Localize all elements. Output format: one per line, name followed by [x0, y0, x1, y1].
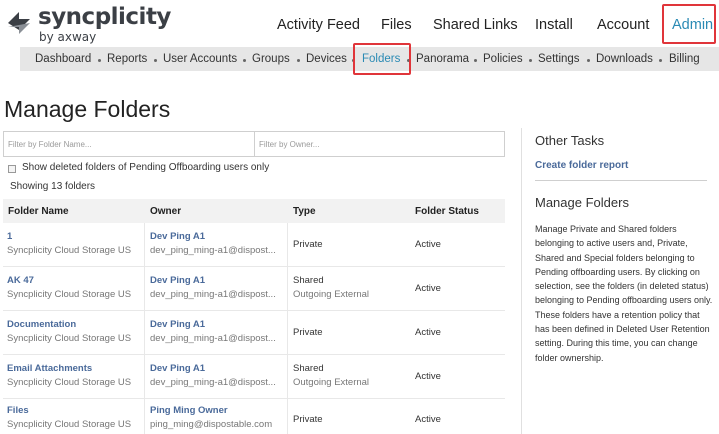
- subnav-devices[interactable]: Devices: [306, 53, 347, 65]
- owner-name-link[interactable]: Dev Ping A1: [150, 363, 205, 374]
- subnav-downloads[interactable]: Downloads: [596, 53, 653, 65]
- table-row[interactable]: AK 47 Syncplicity Cloud Storage US Dev P…: [3, 267, 505, 311]
- folder-name-filter-input[interactable]: [4, 132, 253, 156]
- separator-dot: [659, 59, 662, 62]
- folder-storage: Syncplicity Cloud Storage US: [7, 419, 132, 430]
- owner-email: dev_ping_ming-a1@dispost...: [150, 289, 276, 300]
- table-row[interactable]: 1 Syncplicity Cloud Storage US Dev Ping …: [3, 223, 505, 267]
- nav-account[interactable]: Account: [597, 17, 649, 33]
- folder-count: Showing 13 folders: [10, 181, 96, 192]
- create-folder-report-link[interactable]: Create folder report: [535, 160, 628, 171]
- folder-type: Private: [293, 327, 323, 338]
- folder-subtype: Outgoing External: [293, 289, 370, 300]
- brand-name: syncplicity: [38, 4, 171, 30]
- folder-subtype: Outgoing External: [293, 377, 370, 388]
- owner-filter-input[interactable]: [255, 132, 504, 156]
- folder-name-link[interactable]: Email Attachments: [7, 363, 92, 374]
- folder-status: Active: [415, 327, 441, 338]
- owner-email: dev_ping_ming-a1@dispost...: [150, 377, 276, 388]
- folder-status: Active: [415, 239, 441, 250]
- folder-storage: Syncplicity Cloud Storage US: [7, 245, 132, 256]
- column-divider: [287, 355, 288, 399]
- folder-type: Private: [293, 414, 323, 425]
- column-divider: [287, 399, 288, 434]
- folder-type: Private: [293, 239, 323, 250]
- nav-files[interactable]: Files: [381, 17, 412, 33]
- syncplicity-logo-icon: [8, 12, 30, 34]
- folder-storage: Syncplicity Cloud Storage US: [7, 377, 132, 388]
- table-header: Folder Name Owner Type Folder Status: [3, 199, 505, 223]
- subnav-panorama[interactable]: Panorama: [416, 53, 469, 65]
- show-deleted-label: Show deleted folders of Pending Offboard…: [22, 162, 270, 173]
- filter-bar: [3, 131, 505, 157]
- folder-status: Active: [415, 414, 441, 425]
- column-owner[interactable]: Owner: [150, 206, 181, 217]
- owner-name-link[interactable]: Ping Ming Owner: [150, 405, 228, 416]
- subnav-user-accounts[interactable]: User Accounts: [163, 53, 237, 65]
- table-row[interactable]: Documentation Syncplicity Cloud Storage …: [3, 311, 505, 355]
- show-deleted-checkbox[interactable]: [8, 165, 16, 173]
- nav-activity-feed[interactable]: Activity Feed: [277, 17, 360, 33]
- folder-type: Shared: [293, 363, 324, 374]
- column-folder-name[interactable]: Folder Name: [8, 206, 69, 217]
- column-divider: [287, 267, 288, 311]
- separator-dot: [529, 59, 532, 62]
- owner-name-link[interactable]: Dev Ping A1: [150, 319, 205, 330]
- owner-name-link[interactable]: Dev Ping A1: [150, 275, 205, 286]
- subnav-reports[interactable]: Reports: [107, 53, 147, 65]
- folder-status: Active: [415, 283, 441, 294]
- subnav-settings[interactable]: Settings: [538, 53, 580, 65]
- folder-name-link[interactable]: 1: [7, 231, 12, 242]
- column-divider: [144, 267, 145, 311]
- column-folder-status[interactable]: Folder Status: [415, 206, 479, 217]
- folder-name-link[interactable]: AK 47: [7, 275, 34, 286]
- separator-dot: [474, 59, 477, 62]
- column-divider: [144, 355, 145, 399]
- sidebar-divider: [521, 128, 522, 434]
- page-title: Manage Folders: [4, 96, 171, 122]
- sidebar-separator: [535, 180, 707, 181]
- subnav-dashboard[interactable]: Dashboard: [35, 53, 91, 65]
- syncplicity-logo[interactable]: syncplicity by axway: [4, 4, 171, 44]
- owner-email: dev_ping_ming-a1@dispost...: [150, 245, 276, 256]
- nav-install[interactable]: Install: [535, 17, 573, 33]
- column-divider: [287, 311, 288, 355]
- table-row[interactable]: Email Attachments Syncplicity Cloud Stor…: [3, 355, 505, 399]
- folder-storage: Syncplicity Cloud Storage US: [7, 289, 132, 300]
- folder-status: Active: [415, 371, 441, 382]
- separator-dot: [243, 59, 246, 62]
- table-row[interactable]: Files Syncplicity Cloud Storage US Ping …: [3, 399, 505, 434]
- owner-email: dev_ping_ming-a1@dispost...: [150, 333, 276, 344]
- folder-type: Shared: [293, 275, 324, 286]
- owner-email: ping_ming@dispostable.com: [150, 419, 273, 430]
- column-divider: [144, 311, 145, 355]
- column-type[interactable]: Type: [293, 206, 316, 217]
- folder-name-link[interactable]: Documentation: [7, 319, 76, 330]
- brand-sub: by axway: [39, 30, 97, 44]
- subnav-policies[interactable]: Policies: [483, 53, 523, 65]
- separator-dot: [297, 59, 300, 62]
- other-tasks-title: Other Tasks: [535, 133, 605, 148]
- separator-dot: [154, 59, 157, 62]
- column-divider: [144, 399, 145, 434]
- manage-folders-title: Manage Folders: [535, 195, 629, 210]
- manage-folders-description: Manage Private and Shared folders belong…: [535, 224, 713, 363]
- separator-dot: [587, 59, 590, 62]
- separator-dot: [98, 59, 101, 62]
- highlight-folders: [353, 43, 411, 75]
- subnav-groups[interactable]: Groups: [252, 53, 290, 65]
- column-divider: [287, 223, 288, 267]
- column-divider: [144, 223, 145, 267]
- folder-storage: Syncplicity Cloud Storage US: [7, 333, 132, 344]
- owner-name-link[interactable]: Dev Ping A1: [150, 231, 205, 242]
- highlight-admin: [662, 4, 716, 44]
- folder-name-link[interactable]: Files: [7, 405, 29, 416]
- nav-shared-links[interactable]: Shared Links: [433, 17, 518, 33]
- subnav-billing[interactable]: Billing: [669, 53, 700, 65]
